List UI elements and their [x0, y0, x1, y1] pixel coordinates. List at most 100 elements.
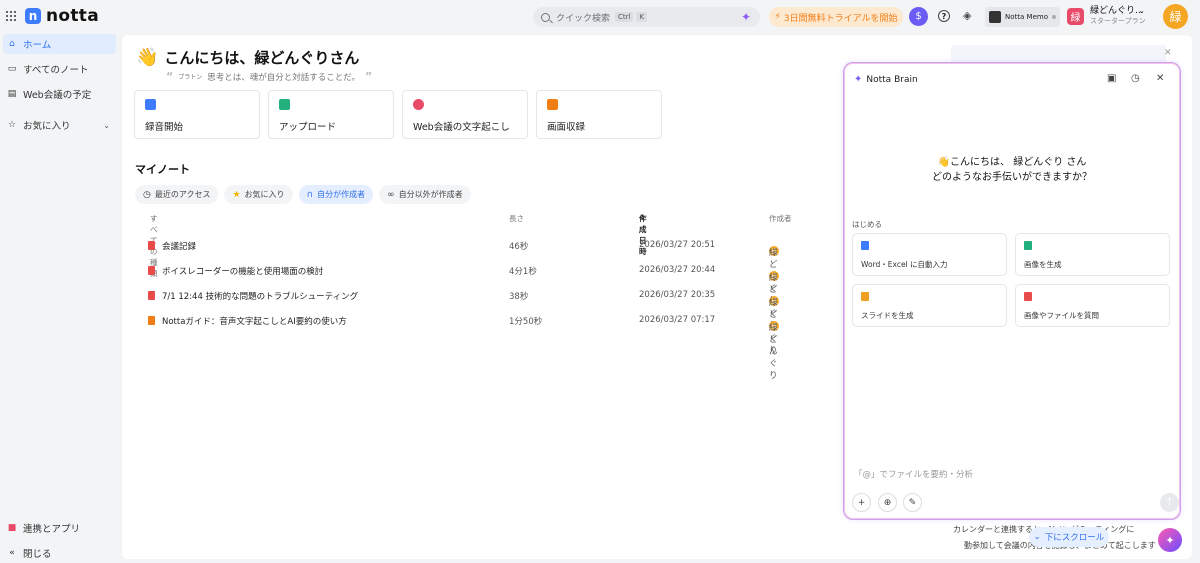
close-icon[interactable]: ✕ [1164, 48, 1172, 58]
logo[interactable]: n notta [25, 6, 99, 26]
section-title: マイノート [135, 163, 190, 176]
chevron-down-icon: ⌄ [103, 120, 110, 130]
brain-action-image[interactable]: 画像を生成 [1015, 233, 1170, 276]
history-icon[interactable]: ◷ [1131, 73, 1140, 84]
shortcut-ctrl: Ctrl [615, 12, 634, 22]
action-label: 画像を生成 [1024, 260, 1062, 269]
brain-title: Notta Brain [866, 74, 918, 85]
record-button[interactable]: 録音開始 [134, 90, 260, 139]
app-grid-icon[interactable] [6, 11, 16, 21]
workspace-switcher[interactable]: 緑 緑どんぐり... スタータープラン ⌄ [1067, 6, 1146, 26]
card-label: Web会議の文字起こし [413, 122, 510, 133]
note-date: 2026/03/27 07:17 [639, 315, 716, 325]
screen-record-button[interactable]: 画面収録 [536, 90, 662, 139]
table-row[interactable]: ボイスレコーダーの機能と使用場面の検討 4分1秒 2026/03/27 20:4… [122, 259, 842, 331]
memo-label: Notta Memo [1005, 13, 1048, 21]
help-icon[interactable]: ? [938, 10, 950, 22]
action-label: Word・Excel に自動入力 [861, 260, 948, 269]
note-length: 38秒 [509, 292, 529, 302]
sort-created[interactable]: 作成日時 ↓ [639, 213, 647, 256]
brain-action-ask-file[interactable]: 画像やファイルを質問 [1015, 284, 1170, 327]
note-title: 7/1 12:44 技術的な問題のトラブルシューティング [162, 292, 359, 302]
ai-assistant-fab[interactable]: ✦ [1158, 528, 1182, 552]
pen-icon[interactable]: ✎ [903, 493, 922, 512]
top-bar: n notta クイック検索 Ctrl K ✦ ⚡ 3日間無料トライアルを開始 … [0, 0, 1200, 34]
workspace-avatar: 緑 [1067, 7, 1084, 25]
search-input[interactable]: クイック検索 Ctrl K ✦ [533, 7, 760, 27]
scroll-down-button[interactable]: ⌄ 下にスクロール [1029, 527, 1109, 547]
note-length: 4分1秒 [509, 267, 537, 277]
trial-button[interactable]: ⚡ 3日間無料トライアルを開始 [769, 7, 903, 27]
sidebar-item-web-meetings[interactable]: ▤ Web会議の予定 [3, 84, 116, 104]
type-filter[interactable]: すべての種類 ⌄ [150, 213, 158, 278]
close-icon[interactable]: ✕ [1156, 73, 1164, 84]
greeting-title: こんにちは、緑どんぐりさん [164, 49, 360, 67]
quote-open-icon: “ [166, 70, 174, 83]
sidebar-item-all-notes[interactable]: ▭ すべてのノート [3, 59, 116, 79]
chip-label: 自分が作成者 [317, 190, 366, 199]
card-label: 画面収録 [547, 122, 586, 133]
chip-label: お気に入り [244, 190, 285, 199]
filter-chips: ◷ 最近のアクセス ★ お気に入り ∩ 自分が作成者 ∞ 自分以外が作成者 [135, 185, 471, 204]
profile-avatar[interactable]: 緑 [1163, 4, 1188, 29]
sidebar-item-favorites[interactable]: ☆ お気に入り ⌄ [3, 115, 116, 135]
web-meeting-transcribe-button[interactable]: Web会議の文字起こし [402, 90, 528, 139]
note-length: 46秒 [509, 242, 529, 252]
notta-memo-button[interactable]: Notta Memo [985, 7, 1060, 27]
globe-icon[interactable]: ⊕ [878, 493, 897, 512]
table-row[interactable]: 会議記録 46秒 2026/03/27 20:51 緑緑どんぐり [122, 234, 842, 306]
card-label: アップロード [279, 122, 337, 133]
trial-label: 3日間無料トライアルを開始 [783, 13, 898, 24]
author-name: 緑どんぐり [769, 323, 778, 381]
note-title: Nottaガイド：音声文字起こしとAI要約の使い方 [162, 317, 347, 327]
logo-text: notta [46, 6, 100, 26]
filter-created-by-others[interactable]: ∞ 自分以外が作成者 [379, 185, 471, 204]
lightning-icon: ⚡ [774, 12, 781, 22]
image-icon [1024, 241, 1032, 250]
brain-action-autofill[interactable]: Word・Excel に自動入力 [852, 233, 1007, 276]
quote: “ プラトン 思考とは、魂が自分と対話することだ。 ” [166, 70, 372, 83]
note-title: 会議記録 [162, 242, 197, 252]
calendar-banner [951, 45, 1166, 63]
scroll-label: 下にスクロール [1044, 533, 1105, 543]
sidebar-item-integrations[interactable]: ■ 連携とアプリ [3, 518, 116, 538]
table-row[interactable]: Nottaガイド：音声文字起こしとAI要約の使い方 1分50秒 2026/03/… [122, 309, 842, 381]
filter-created-by-me[interactable]: ∩ 自分が作成者 [298, 185, 374, 204]
header-author[interactable]: 作成者 [769, 213, 792, 224]
lightbulb-icon[interactable]: ◈ [963, 9, 973, 23]
memo-status-dot [1051, 15, 1056, 19]
pdf-icon [1024, 292, 1032, 301]
upload-icon [279, 99, 290, 110]
chevron-down-icon: ⌄ [1138, 6, 1145, 15]
action-label: スライドを生成 [861, 311, 914, 320]
brain-input-placeholder: 「@」でファイルを要約・分析 [854, 470, 974, 480]
new-chat-icon[interactable]: ▣ [1107, 73, 1116, 84]
upload-button[interactable]: アップロード [268, 90, 394, 139]
table-row[interactable]: 7/1 12:44 技術的な問題のトラブルシューティング 38秒 2026/03… [122, 284, 842, 356]
note-title: ボイスレコーダーの機能と使用場面の検討 [162, 267, 324, 277]
filter-favorites[interactable]: ★ お気に入り [224, 185, 293, 204]
brain-greeting-line1: 👋こんにちは、 緑どんぐり さん [937, 157, 1087, 168]
sidebar-item-label: ホーム [23, 40, 52, 51]
sidebar-item-label: すべてのノート [23, 65, 89, 76]
filter-recent[interactable]: ◷ 最近のアクセス [135, 185, 219, 204]
note-file-icon [148, 266, 155, 275]
memo-device-icon [989, 11, 1001, 23]
logo-mark: n [25, 8, 41, 24]
send-button[interactable]: ↑ [1160, 493, 1179, 512]
brain-input[interactable]: 「@」でファイルを要約・分析 + ⊕ ✎ ↑ [852, 460, 1179, 512]
sidebar-item-label: 連携とアプリ [23, 524, 81, 535]
wave-icon: 👋 [136, 47, 159, 68]
credits-icon[interactable]: $ [909, 7, 928, 26]
search-icon [541, 12, 550, 22]
card-label: 録音開始 [145, 122, 184, 133]
collapse-sidebar-button[interactable]: « 閉じる [3, 543, 116, 563]
sidebar-item-home[interactable]: ⌂ ホーム [3, 34, 116, 54]
start-label: はじめる [852, 220, 882, 229]
microphone-icon [145, 99, 156, 110]
brain-action-slides[interactable]: スライドを生成 [852, 284, 1007, 327]
star-icon: ★ [232, 189, 241, 200]
header-length[interactable]: 長さ [509, 213, 524, 224]
add-icon[interactable]: + [852, 493, 871, 512]
search-placeholder: クイック検索 [556, 13, 611, 24]
